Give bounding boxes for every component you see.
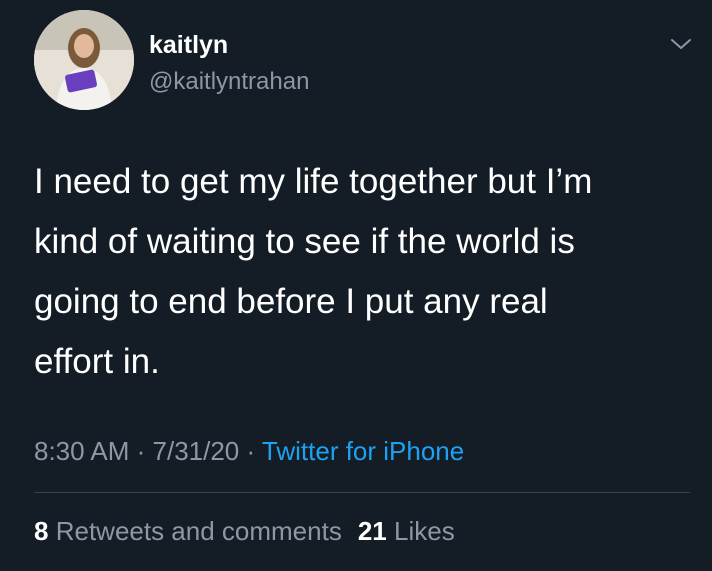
retweets-stat[interactable]: 8 Retweets and comments (34, 516, 342, 546)
tweet-metadata: 8:30 AM · 7/31/20 · Twitter for iPhone (34, 433, 464, 469)
retweets-label: Retweets and comments (55, 516, 342, 546)
tweet-text-line: effort in. (34, 342, 160, 381)
tweet-date[interactable]: 7/31/20 (153, 436, 240, 466)
display-name[interactable]: kaitlyn (149, 30, 228, 60)
tweet-source-link[interactable]: Twitter for iPhone (262, 436, 464, 466)
meta-separator: · (129, 436, 153, 466)
likes-stat[interactable]: 21 Likes (358, 516, 455, 546)
chevron-down-icon[interactable] (670, 36, 692, 52)
avatar-photo (34, 10, 134, 110)
avatar[interactable] (34, 10, 134, 110)
tweet-text-line: going to end before I put any real (34, 282, 548, 321)
likes-label: Likes (394, 516, 455, 546)
tweet-time[interactable]: 8:30 AM (34, 436, 129, 466)
tweet-text: I need to get my life together but I’m k… (34, 152, 684, 392)
divider (34, 492, 690, 493)
tweet-text-line: I need to get my life together but I’m (34, 162, 593, 201)
likes-count: 21 (357, 516, 387, 546)
retweets-count: 8 (34, 516, 49, 546)
tweet-stats: 8 Retweets and comments 21 Likes (34, 513, 455, 549)
meta-separator: · (239, 436, 262, 466)
user-handle[interactable]: @kaitlyntrahan (149, 67, 309, 97)
tweet-text-line: kind of waiting to see if the world is (34, 222, 575, 261)
tweet-card: kaitlyn @kaitlyntrahan I need to get my … (0, 0, 712, 571)
